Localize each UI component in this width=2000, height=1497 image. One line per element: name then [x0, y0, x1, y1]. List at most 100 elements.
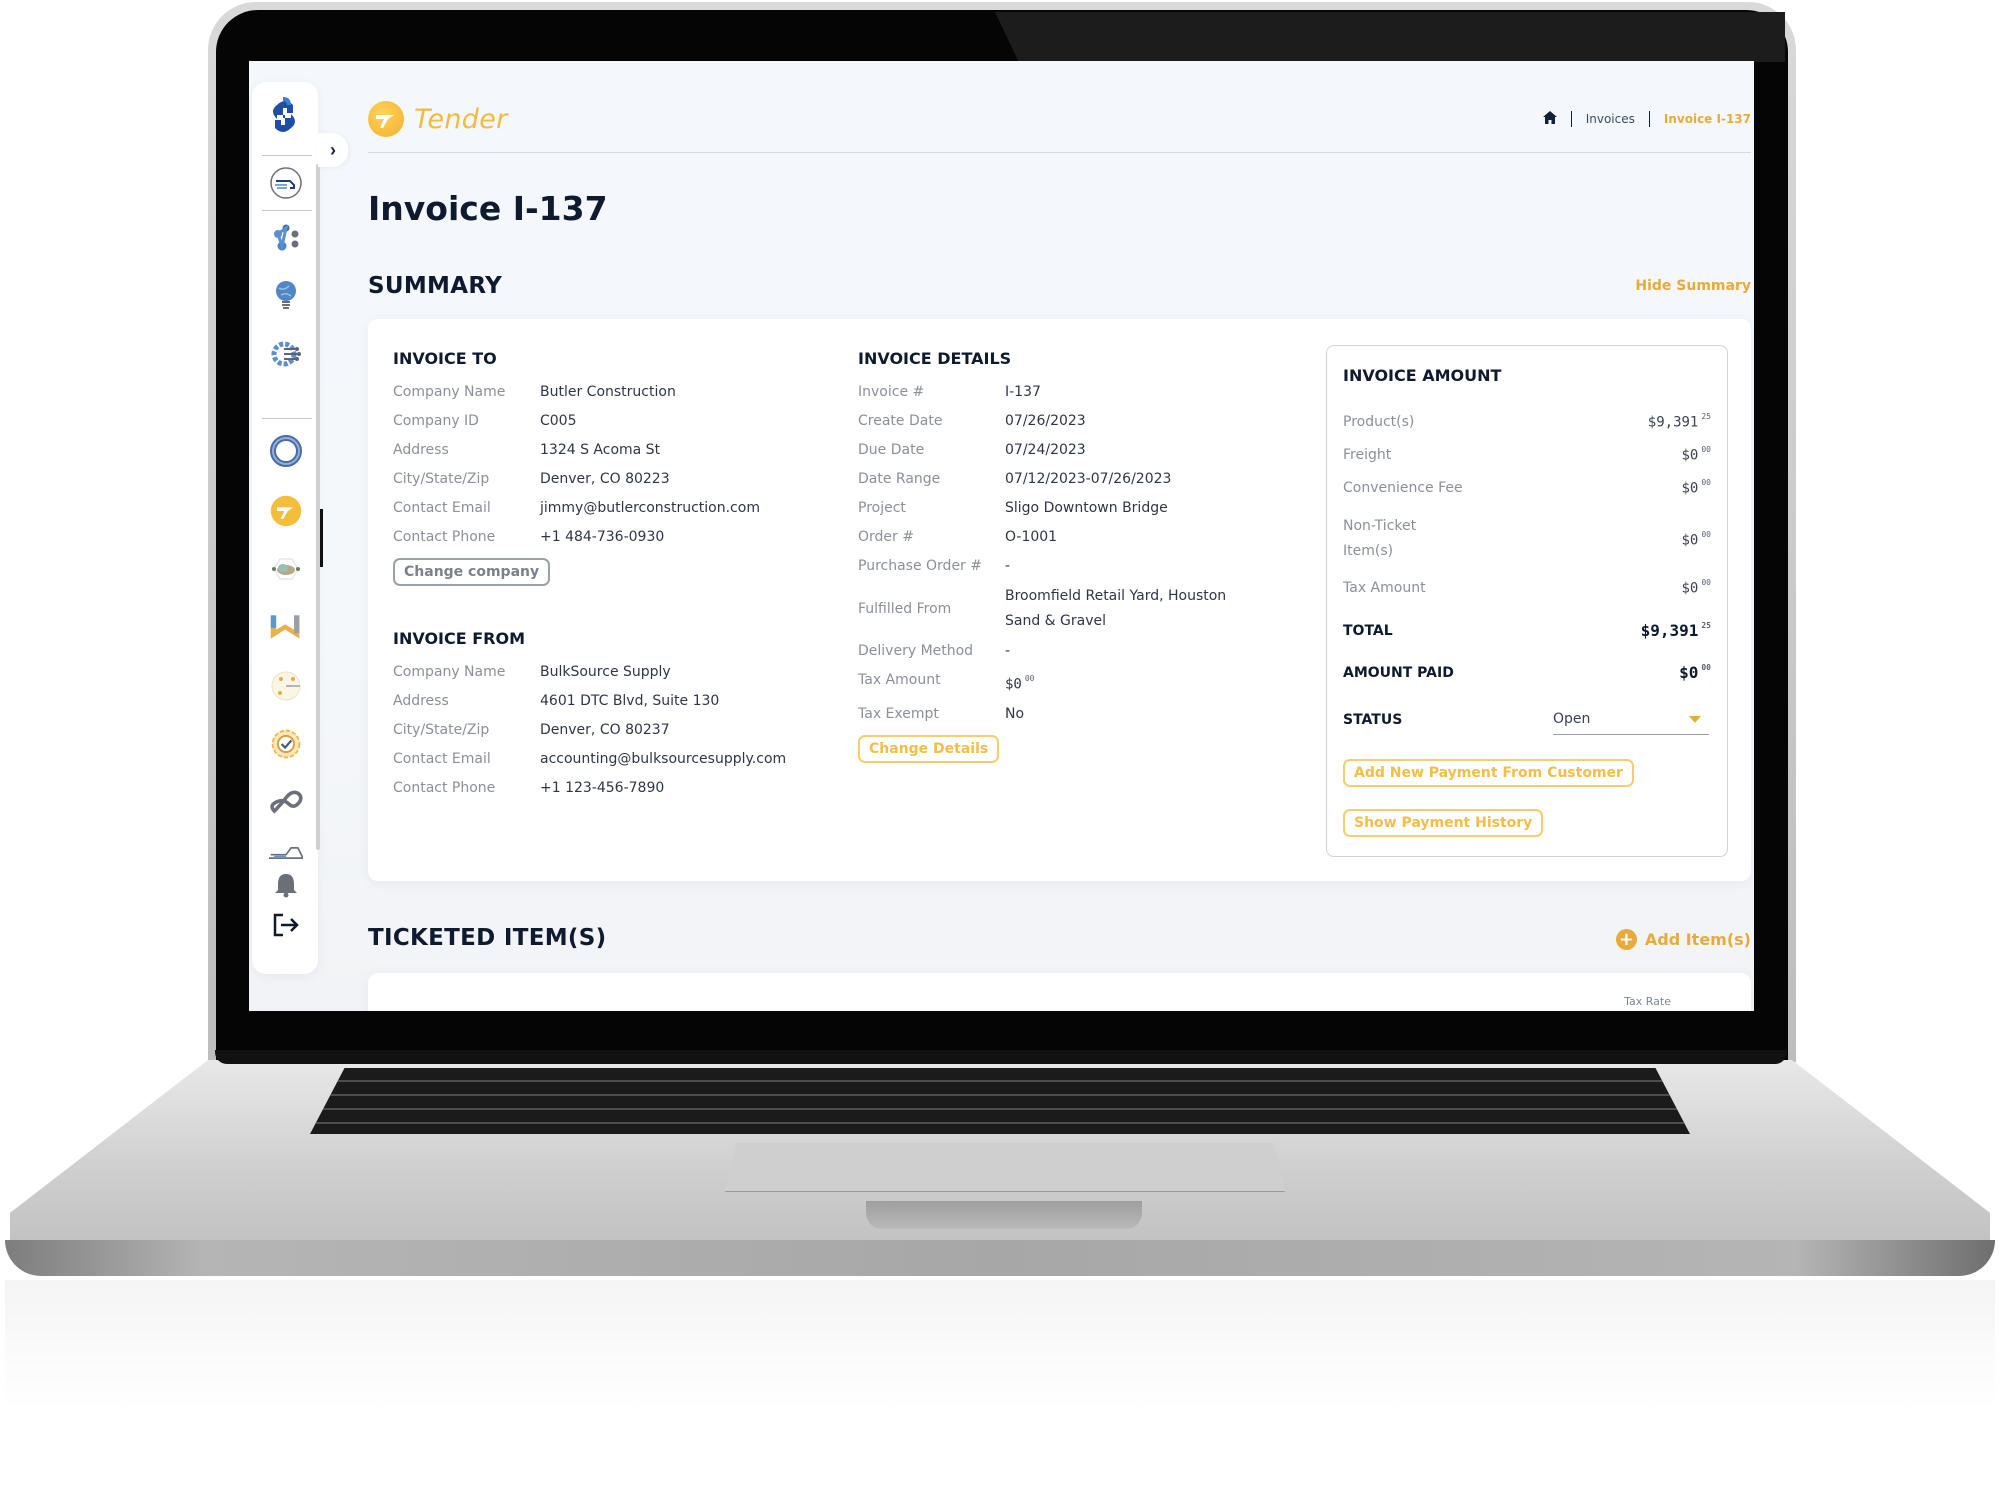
infinity-icon[interactable] — [269, 786, 303, 820]
field-label: Fulfilled From — [858, 600, 952, 617]
field-city-state-zip: City/State/Zip Denver, CO 80237 — [393, 716, 786, 745]
invoice-details-section: INVOICE DETAILS Invoice # I-137 Create Da… — [858, 349, 1245, 763]
field-value: BulkSource Supply — [540, 664, 671, 680]
amount-value: $0 00 — [1682, 478, 1712, 497]
keyboard — [310, 1068, 1690, 1134]
field-company-id: Company ID C005 — [393, 407, 760, 436]
key-row — [310, 1094, 1690, 1096]
home-icon[interactable] — [1542, 111, 1557, 127]
laptop-reflection — [5, 1280, 1995, 1497]
field-date-range: Date Range 07/12/2023-07/26/2023 — [858, 465, 1245, 494]
field-value: Broomfield Retail Yard, Houston Sand & G… — [1005, 588, 1227, 629]
money-dollars: $9,391 — [1640, 621, 1699, 640]
field-company-name: Company Name Butler Construction — [393, 378, 760, 407]
field-label: Contact Email — [393, 500, 491, 516]
field-address: Address 1324 S Acoma St — [393, 436, 760, 465]
laptop-hinge — [215, 1050, 1787, 1064]
field-due-date: Due Date 07/24/2023 — [858, 436, 1245, 465]
key-row — [310, 1122, 1690, 1124]
amount-row-total: TOTAL $9,391 25 — [1343, 621, 1711, 640]
field-value: I-137 — [1005, 384, 1041, 400]
amount-label: Freight — [1343, 447, 1392, 464]
field-label: Company Name — [393, 384, 506, 400]
field-value: Denver, CO 80237 — [540, 722, 670, 738]
field-value: +1 484-736-0930 — [540, 529, 665, 545]
sidebar-scrollbar[interactable] — [316, 164, 320, 850]
sidebar-divider — [262, 418, 312, 419]
breadcrumb-separator — [1570, 111, 1572, 127]
sidebar-divider — [262, 210, 312, 211]
cloud-network-icon[interactable] — [269, 552, 303, 586]
amount-label: Convenience Fee — [1343, 480, 1463, 497]
ticketed-items-title: TICKETED ITEM(S) — [368, 925, 607, 951]
field-value: - — [1005, 643, 1011, 659]
sidebar-divider — [262, 155, 312, 156]
breadcrumb: Invoices Invoice I-137 — [1542, 111, 1751, 127]
field-label: Purchase Order # — [858, 558, 982, 574]
money-cents: 00 — [1024, 674, 1035, 683]
field-contact-email: Contact Email jimmy@butlerconstruction.co… — [393, 494, 760, 523]
add-items-button[interactable]: + Add Item(s) — [1615, 929, 1751, 950]
invoice-from-title: INVOICE FROM — [393, 629, 526, 648]
field-value: Sligo Downtown Bridge — [1005, 500, 1168, 516]
amount-label: Non-Ticket Item(s) — [1343, 518, 1417, 559]
sidebar-expand-button[interactable]: › — [318, 133, 348, 167]
key-row — [310, 1080, 1690, 1082]
amount-row-products: Product(s) $9,391 25 — [1343, 412, 1711, 431]
radar-icon[interactable] — [269, 669, 303, 703]
breadcrumb-invoices[interactable]: Invoices — [1586, 112, 1635, 126]
molecule-network-icon[interactable] — [269, 222, 303, 256]
field-label: Contact Email — [393, 751, 491, 767]
amount-value: $0 00 — [1682, 578, 1712, 597]
field-fulfilled-from: Fulfilled From Broomfield Retail Yard, Ho… — [858, 581, 1245, 637]
money-dollars: $9,391 — [1647, 414, 1699, 431]
breadcrumb-current: Invoice I-137 — [1663, 112, 1751, 126]
money-cents: 00 — [1701, 530, 1711, 540]
field-tax-amount: Tax Amount $0 00 — [858, 666, 1245, 700]
bell-icon[interactable] — [269, 868, 303, 902]
gear-check-icon[interactable] — [269, 727, 303, 761]
hub-logo-icon[interactable] — [269, 97, 303, 132]
ring-icon[interactable] — [269, 434, 303, 468]
invoice-to-title: INVOICE TO — [393, 349, 497, 368]
gear-circuit-icon[interactable] — [269, 337, 303, 371]
truck-ramp-icon[interactable] — [269, 836, 303, 870]
field-label: Delivery Method — [858, 643, 974, 659]
field-label: Order # — [858, 529, 914, 545]
speed-truck-icon[interactable] — [269, 166, 303, 200]
hide-summary-link[interactable]: Hide Summary — [1635, 278, 1751, 294]
header-divider — [368, 152, 1751, 153]
lightbulb-globe-icon[interactable] — [269, 278, 303, 312]
amount-row-paid: AMOUNT PAID $0 00 — [1343, 663, 1711, 682]
change-company-button[interactable]: Change company — [393, 558, 551, 586]
status-label: STATUS — [1343, 712, 1403, 728]
field-value: 1324 S Acoma St — [540, 442, 661, 458]
money-cents: 00 — [1701, 578, 1711, 587]
change-details-button[interactable]: Change Details — [858, 734, 1000, 763]
amount-row-tax: Tax Amount $0 00 — [1343, 578, 1712, 597]
field-city-state-zip: City/State/Zip Denver, CO 80223 — [393, 465, 760, 494]
money-cents: 00 — [1701, 445, 1711, 454]
payment-history-button[interactable]: Show Payment History — [1343, 809, 1544, 837]
screen: › Tender Invoices Invoice I-137 Invoice … — [249, 61, 1754, 1011]
field-label: Date Range — [858, 471, 941, 487]
field-company-name: Company Name BulkSource Supply — [393, 658, 786, 687]
field-contact-email: Contact Email accounting@bulksourcesupply… — [393, 745, 786, 774]
add-payment-button[interactable]: Add New Payment From Customer — [1343, 759, 1634, 787]
tender-logo-icon[interactable] — [269, 494, 303, 528]
field-value: C005 — [540, 413, 577, 429]
amount-row-freight: Freight $0 00 — [1343, 445, 1711, 464]
field-label: Tax Amount — [858, 672, 941, 688]
money-dollars: $0 — [1681, 532, 1699, 549]
amount-value: $0 00 — [1682, 524, 1712, 554]
status-select[interactable]: Open — [1553, 704, 1709, 735]
field-delivery-method: Delivery Method - — [858, 637, 1245, 666]
field-value: Denver, CO 80223 — [540, 471, 670, 487]
field-value: - — [1005, 558, 1011, 574]
invoice-to-section: INVOICE TO Company Name Butler Constructi… — [393, 349, 760, 586]
w-logo-icon[interactable] — [269, 610, 303, 644]
field-value: jimmy@butlerconstruction.com — [540, 500, 760, 516]
column-header-tax-rate[interactable]: Tax Rate — [1624, 995, 1671, 1008]
field-value: No — [1005, 705, 1025, 722]
logout-icon[interactable] — [269, 908, 303, 942]
